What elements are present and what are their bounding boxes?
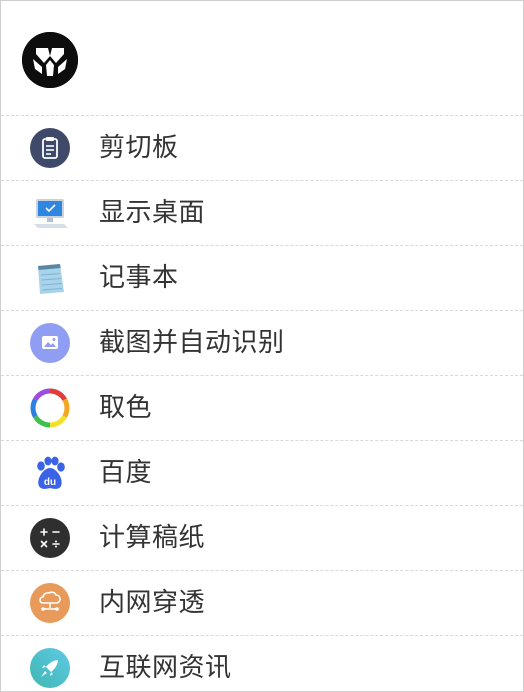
- menu-item-internet-news[interactable]: 互联网资讯: [1, 636, 523, 691]
- notepad-icon: [30, 258, 70, 298]
- baidu-paw-icon: du: [30, 453, 70, 493]
- menu-item-show-desktop[interactable]: 显示桌面: [1, 181, 523, 246]
- rocket-icon: [30, 648, 70, 688]
- image-scan-icon: [30, 323, 70, 363]
- menu-item-baidu[interactable]: du 百度: [1, 441, 523, 506]
- menu-item-label: 内网穿透: [99, 588, 206, 618]
- tools-menu-panel: 剪切板 显示桌面 记事本 截图并自动识别 取色 du 百度 计算稿纸 内网穿透 …: [0, 0, 524, 692]
- menu-item-screenshot-ocr[interactable]: 截图并自动识别: [1, 311, 523, 376]
- calculator-icon: [30, 518, 70, 558]
- network-tunnel-icon: [30, 583, 70, 623]
- menu-item-label: 截图并自动识别: [99, 328, 285, 358]
- menu-item-label: 计算稿纸: [99, 523, 206, 553]
- clipboard-icon: [30, 128, 70, 168]
- menu-item-label: 剪切板: [99, 133, 179, 163]
- menu-item-intranet-tunnel[interactable]: 内网穿透: [1, 571, 523, 636]
- app-logo-icon[interactable]: [22, 32, 78, 88]
- menu-item-label: 互联网资讯: [99, 653, 232, 683]
- menu-item-clipboard[interactable]: 剪切板: [1, 116, 523, 181]
- menu-item-label: 记事本: [99, 263, 179, 293]
- menu-item-label: 百度: [99, 458, 153, 488]
- color-wheel-icon: [30, 388, 70, 428]
- svg-text:du: du: [44, 477, 56, 488]
- menu-item-notepad[interactable]: 记事本: [1, 246, 523, 311]
- menu-item-label: 取色: [99, 393, 153, 423]
- menu-item-calculator[interactable]: 计算稿纸: [1, 506, 523, 571]
- menu-header: [1, 1, 523, 116]
- menu-item-label: 显示桌面: [99, 198, 206, 228]
- menu-item-color-picker[interactable]: 取色: [1, 376, 523, 441]
- monitor-icon: [30, 193, 70, 233]
